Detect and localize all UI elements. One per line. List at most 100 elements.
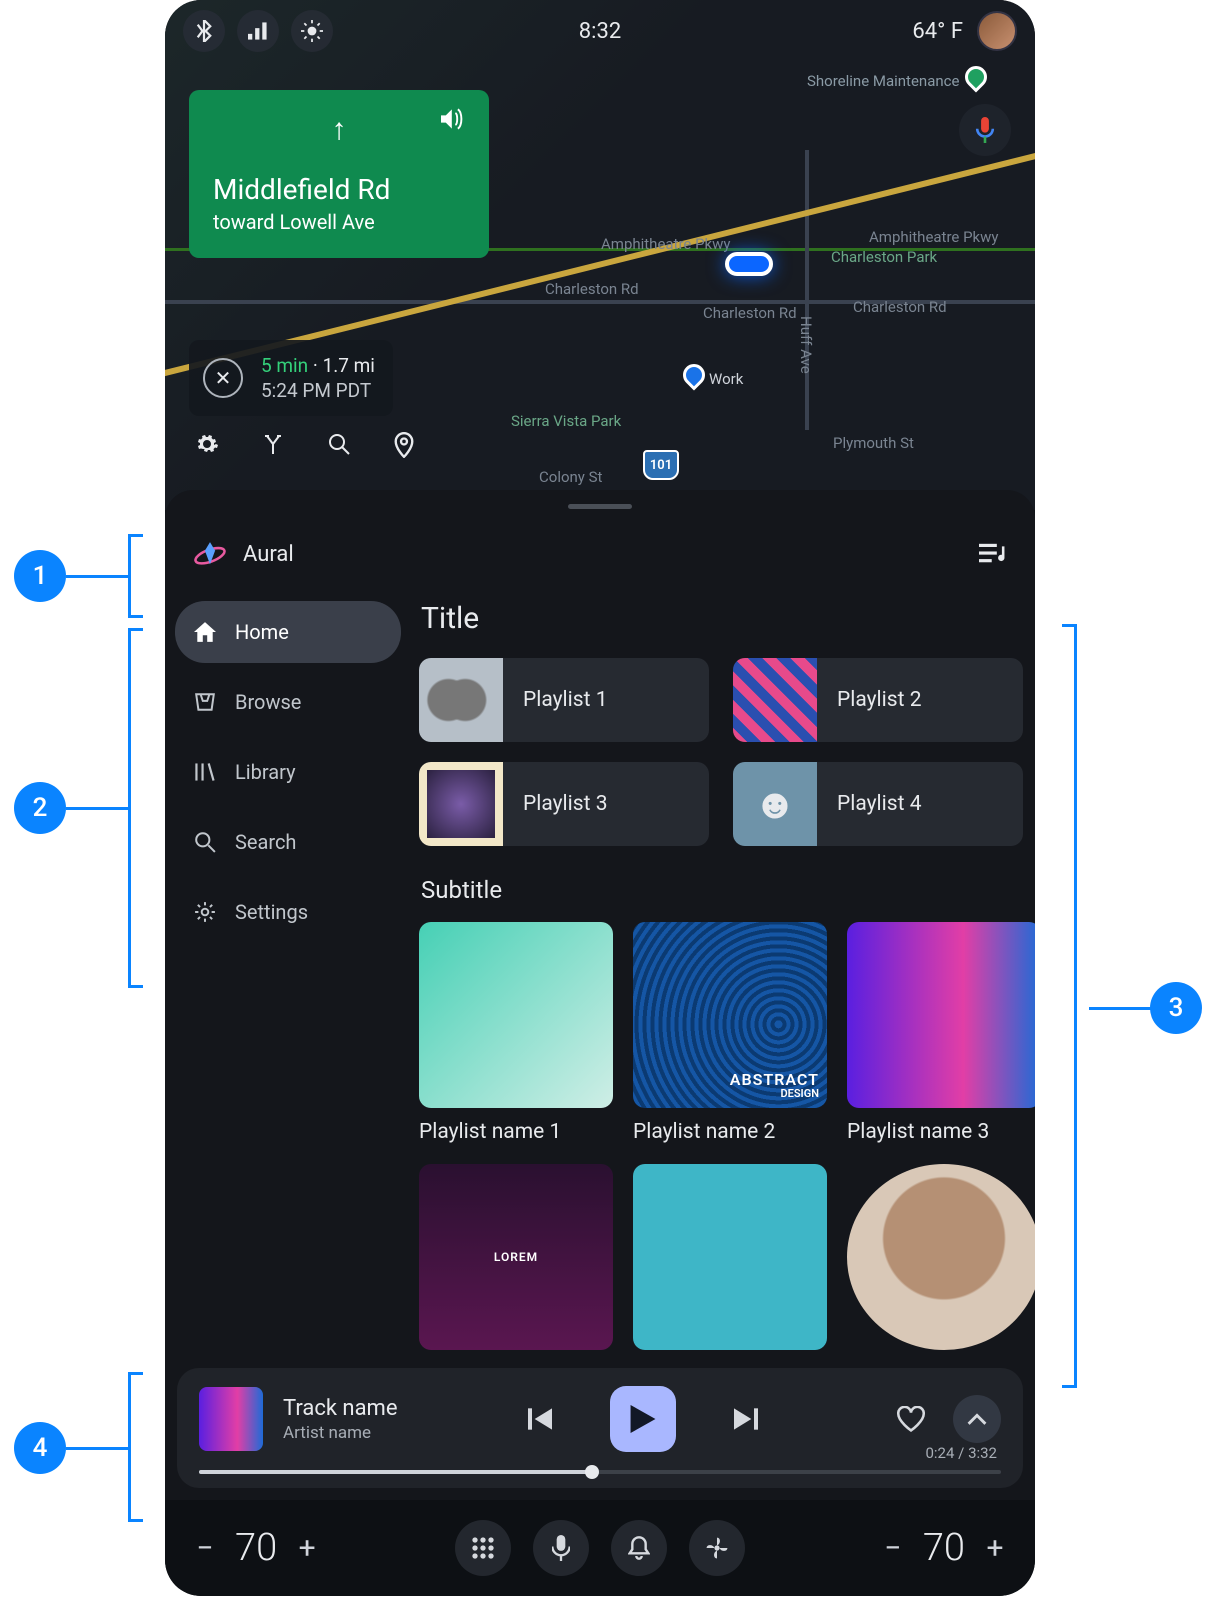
playlist-card-large[interactable]: Playlist name 1: [419, 922, 613, 1144]
alt-routes-icon[interactable]: [261, 432, 285, 458]
sidebar-item-label: Home: [235, 620, 289, 644]
playlist-card-large[interactable]: LOREM: [419, 1164, 613, 1350]
turn-card[interactable]: ↑ Middlefield Rd toward Lowell Ave: [189, 90, 489, 258]
bluetooth-icon[interactable]: [183, 10, 225, 52]
section-subtitle: Subtitle: [421, 876, 1007, 904]
artist-name: Artist name: [283, 1423, 398, 1443]
close-icon[interactable]: ✕: [203, 358, 243, 398]
clock: 8:32: [579, 19, 621, 44]
avatar[interactable]: [977, 11, 1017, 51]
home-icon: [193, 622, 217, 642]
next-icon[interactable]: [724, 1397, 768, 1441]
annotation-bracket: [128, 534, 131, 618]
temp-value-left: 70: [235, 1526, 277, 1570]
previous-icon[interactable]: [518, 1397, 562, 1441]
playlist-art: [419, 922, 613, 1108]
expand-icon[interactable]: [953, 1395, 1001, 1443]
progress-fill: [199, 1470, 592, 1474]
playlist-name: Playlist 3: [503, 792, 608, 816]
current-location-marker: [725, 252, 773, 276]
gear-icon: [193, 901, 217, 923]
pin-icon[interactable]: [393, 432, 415, 458]
playlist-art: ABSTRACTDESIGN: [633, 922, 827, 1108]
temp-plus-icon[interactable]: +: [291, 1532, 323, 1564]
playlist-name: Playlist name 2: [633, 1120, 827, 1144]
volume-icon[interactable]: [441, 108, 465, 130]
temp-plus-icon[interactable]: +: [979, 1532, 1011, 1564]
sidebar-item-library[interactable]: Library: [175, 741, 401, 803]
climate-left: − 70 +: [189, 1526, 323, 1570]
annotation-line: [66, 807, 128, 810]
playlist-name: Playlist 2: [817, 688, 922, 712]
signal-icon[interactable]: [237, 10, 279, 52]
queue-icon[interactable]: [979, 543, 1007, 565]
playlist-card[interactable]: Playlist 2: [733, 658, 1023, 742]
search-icon: [193, 831, 217, 853]
playlist-card-large[interactable]: [633, 1164, 827, 1350]
nav-toward: toward Lowell Ave: [213, 210, 465, 234]
annotation-badge-3: 3: [1150, 982, 1202, 1034]
playlist-card[interactable]: Playlist 3: [419, 762, 709, 846]
playlist-card[interactable]: Playlist 4: [733, 762, 1023, 846]
app-grid-icon[interactable]: [455, 1520, 511, 1576]
poi-label-work: Work: [709, 370, 743, 388]
play-icon[interactable]: [610, 1386, 676, 1452]
playlist-art: [419, 762, 503, 846]
poi-pin[interactable]: [960, 61, 991, 92]
sidebar-item-label: Settings: [235, 900, 308, 924]
assistant-mic-fab[interactable]: [959, 104, 1011, 156]
sidebar-item-label: Library: [235, 760, 296, 784]
playlist-card-large[interactable]: Playlist name 3: [847, 922, 1035, 1144]
sidebar-item-browse[interactable]: Browse: [175, 671, 401, 733]
playlist-card-large[interactable]: ABSTRACTDESIGN Playlist name 2: [633, 922, 827, 1144]
straight-arrow-icon: ↑: [332, 112, 347, 147]
browse-icon: [193, 692, 217, 712]
playlist-art: [733, 762, 817, 846]
brightness-icon[interactable]: [291, 10, 333, 52]
temp-value-right: 70: [923, 1526, 965, 1570]
mic-icon[interactable]: [533, 1520, 589, 1576]
progress-knob[interactable]: [585, 1465, 599, 1479]
playlist-name: Playlist 4: [817, 792, 922, 816]
temp-minus-icon[interactable]: −: [189, 1532, 221, 1564]
playlist-card-large[interactable]: [847, 1164, 1035, 1350]
search-icon[interactable]: [327, 432, 351, 458]
favorite-icon[interactable]: [889, 1397, 933, 1441]
road-label: Plymouth St: [833, 434, 914, 452]
annotation-badge-2: 2: [14, 782, 66, 834]
sidebar-item-label: Search: [235, 830, 296, 854]
road-label: Colony St: [539, 468, 602, 486]
navigation-map[interactable]: 101 Amphitheatre Pkwy Amphitheatre Pkwy …: [165, 0, 1035, 510]
annotation-bracket: [128, 1372, 131, 1522]
playlist-art: [419, 658, 503, 742]
fan-icon[interactable]: [689, 1520, 745, 1576]
sidebar-item-home[interactable]: Home: [175, 601, 401, 663]
road-label: Charleston Rd: [703, 304, 797, 322]
poi-pin-work[interactable]: [678, 359, 709, 390]
road-label: Amphitheatre Pkwy: [869, 228, 999, 246]
temperature: 64° F: [912, 19, 963, 44]
road-label: Charleston Rd: [545, 280, 639, 298]
now-playing-art[interactable]: [199, 1387, 263, 1451]
progress-track[interactable]: [199, 1470, 1001, 1474]
gear-icon[interactable]: [195, 432, 219, 458]
eta-line1: 5 min · 1.7 mi: [261, 354, 375, 377]
playlist-art: [847, 922, 1035, 1108]
temp-minus-icon[interactable]: −: [877, 1532, 909, 1564]
annotation-line: [66, 575, 128, 578]
status-bar: 8:32 64° F: [165, 0, 1035, 62]
library-icon: [193, 761, 217, 783]
playlist-card[interactable]: Playlist 1: [419, 658, 709, 742]
eta-card: ✕ 5 min · 1.7 mi 5:24 PM PDT: [189, 340, 393, 416]
system-bar: − 70 + − 70 +: [165, 1500, 1035, 1596]
media-drawer: Aural Home Browse Library: [165, 490, 1035, 1500]
device-frame: 101 Amphitheatre Pkwy Amphitheatre Pkwy …: [165, 0, 1035, 1596]
media-content[interactable]: Title Playlist 1 Playlist 2 Playlist 3 P…: [411, 597, 1035, 1500]
sidebar-item-label: Browse: [235, 690, 301, 714]
progress-time: 0:24 / 3:32: [925, 1444, 997, 1462]
playlist-art: LOREM: [419, 1164, 613, 1350]
sidebar-item-settings[interactable]: Settings: [175, 881, 401, 943]
bell-icon[interactable]: [611, 1520, 667, 1576]
sidebar-item-search[interactable]: Search: [175, 811, 401, 873]
now-playing-bar[interactable]: Track name Artist name 0:24 / 3:32: [177, 1368, 1023, 1488]
